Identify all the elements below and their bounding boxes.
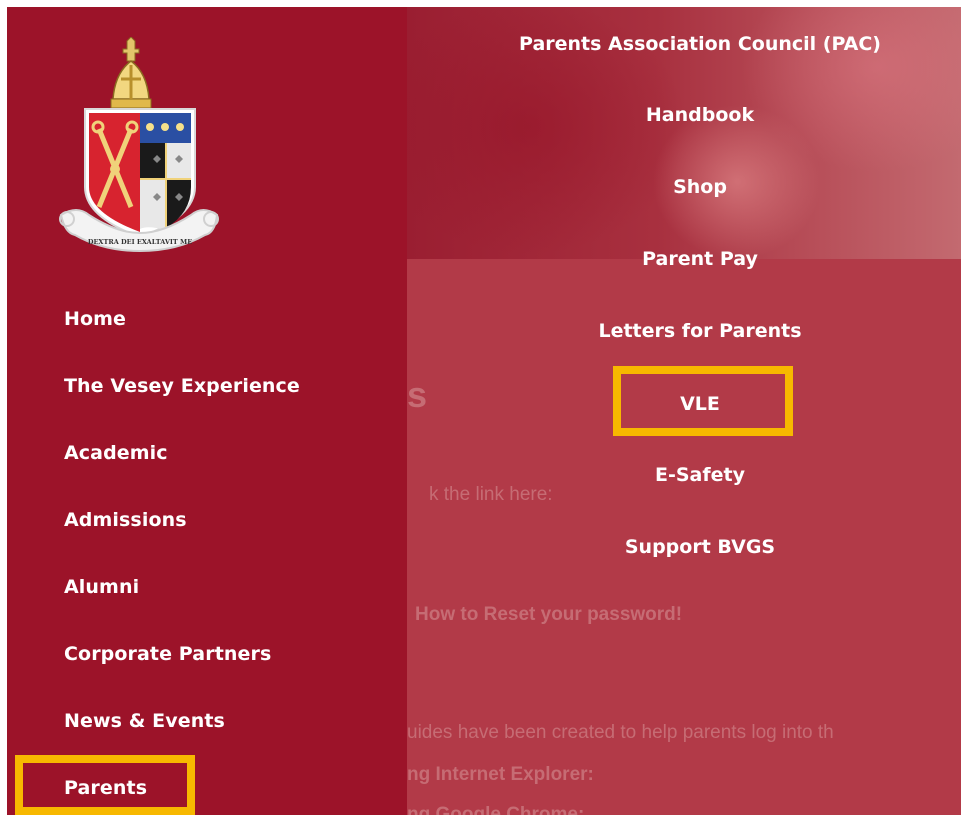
submenu-item-parent-pay[interactable]: Parent Pay [407, 248, 961, 270]
submenu-item-shop[interactable]: Shop [407, 176, 961, 198]
submenu-item-letters-for-parents[interactable]: Letters for Parents [407, 320, 961, 342]
nav-item-news-events[interactable]: News & Events [64, 710, 225, 732]
nav-item-home[interactable]: Home [64, 308, 126, 330]
submenu-item-pac[interactable]: Parents Association Council (PAC) [407, 33, 961, 55]
submenu-item-handbook[interactable]: Handbook [407, 104, 961, 126]
submenu-item-e-safety[interactable]: E-Safety [407, 464, 961, 486]
nav-item-academic[interactable]: Academic [64, 442, 168, 464]
nav-item-parents[interactable]: Parents [64, 777, 147, 799]
nav-item-alumni[interactable]: Alumni [64, 576, 139, 598]
site-frame: s k the link here: How to Reset your pas… [7, 7, 961, 815]
parents-submenu: Parents Association Council (PAC) Handbo… [407, 7, 961, 815]
nav-item-admissions[interactable]: Admissions [64, 509, 187, 531]
school-crest-icon[interactable]: DEXTRA DEI EXALTAVIT ME [57, 36, 219, 259]
submenu-item-vle[interactable]: VLE [407, 393, 961, 415]
submenu-item-support-bvgs[interactable]: Support BVGS [407, 536, 961, 558]
nav-item-vesey-experience[interactable]: The Vesey Experience [64, 375, 300, 397]
crest-motto: DEXTRA DEI EXALTAVIT ME [88, 238, 192, 246]
nav-item-corporate-partners[interactable]: Corporate Partners [64, 643, 271, 665]
sidebar-nav: DEXTRA DEI EXALTAVIT ME Home The Vesey E… [7, 7, 407, 815]
